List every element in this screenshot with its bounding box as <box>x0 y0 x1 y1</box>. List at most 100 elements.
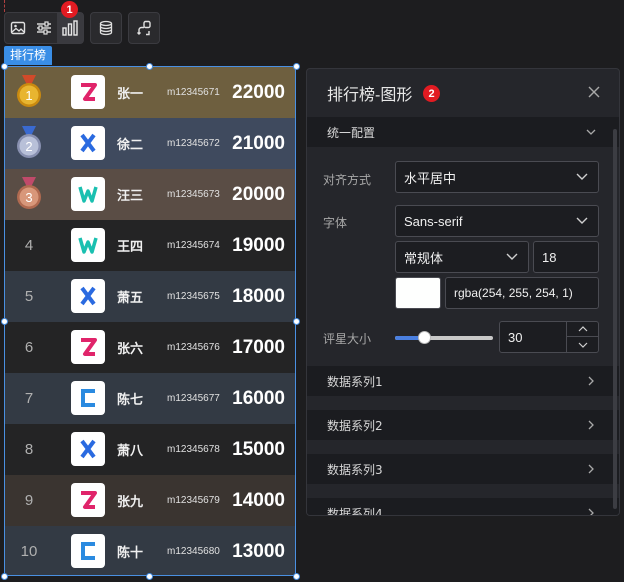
slider-handle[interactable] <box>418 331 432 344</box>
player-score: 18000 <box>232 285 285 307</box>
player-id: m12345680 <box>167 546 220 557</box>
logo-glyph <box>80 286 96 306</box>
section-unified-config[interactable]: 统一配置 <box>307 117 619 147</box>
font-family-select[interactable]: Sans-serif <box>395 205 599 237</box>
resize-handle[interactable] <box>146 63 153 70</box>
resize-handle[interactable] <box>293 318 300 325</box>
table-row[interactable]: 2 徐二 m12345672 21000 <box>5 118 295 169</box>
panel-header: 排行榜-图形 2 <box>307 69 619 117</box>
chevron-right-icon <box>588 420 594 430</box>
logo-glyph <box>78 186 98 203</box>
align-label: 对齐方式 <box>323 173 372 187</box>
series-3-header[interactable]: 数据系列3 <box>307 454 619 484</box>
panel-scrollbar[interactable] <box>613 129 617 509</box>
table-row[interactable]: 8 萧八 m12345678 15000 <box>5 424 295 475</box>
table-row[interactable]: 9 张九 m12345679 14000 <box>5 475 295 526</box>
player-score: 20000 <box>232 183 285 205</box>
resize-handle[interactable] <box>1 318 8 325</box>
config-panel: 排行榜-图形 2 统一配置 对齐方式 水平居中 字体 Sans-serif 常规… <box>306 68 620 516</box>
logo-glyph <box>80 439 96 459</box>
bar-chart-icon <box>62 20 78 36</box>
table-row[interactable]: 6 张六 m12345676 17000 <box>5 322 295 373</box>
table-row[interactable]: 5 萧五 m12345675 18000 <box>5 271 295 322</box>
player-id: m12345676 <box>167 342 220 353</box>
player-score: 16000 <box>232 387 285 409</box>
company-logo-icon <box>71 279 105 313</box>
logo-glyph <box>78 237 98 254</box>
company-logo-icon <box>71 75 105 109</box>
close-icon[interactable] <box>587 85 601 99</box>
increment-button[interactable] <box>567 322 598 337</box>
company-logo-icon <box>71 228 105 262</box>
company-logo-icon <box>71 483 105 517</box>
rank-number: 6 <box>24 339 34 356</box>
table-row[interactable]: 7 陈七 m12345677 16000 <box>5 373 295 424</box>
data-source-button[interactable] <box>90 12 122 44</box>
font-weight-value: 常规体 <box>404 250 444 266</box>
series-title: 数据系列1 <box>327 374 383 389</box>
font-label: 字体 <box>323 216 348 230</box>
player-name: 陈十 <box>117 546 144 561</box>
player-name: 张六 <box>117 342 144 357</box>
font-size-input[interactable]: 18 <box>533 241 599 273</box>
section-title: 统一配置 <box>327 125 376 140</box>
svg-text:3: 3 <box>25 190 32 205</box>
font-color-input[interactable]: rgba(254, 255, 254, 1) <box>445 277 599 309</box>
series-2-header[interactable]: 数据系列2 <box>307 410 619 440</box>
database-icon <box>99 20 113 36</box>
font-weight-select[interactable]: 常规体 <box>395 241 529 273</box>
rating-size-stepper[interactable]: 30 <box>499 321 599 353</box>
player-name: 王四 <box>117 240 144 255</box>
resize-handle[interactable] <box>1 63 8 70</box>
chart-button[interactable]: 1 <box>57 1 83 43</box>
step-badge-2: 2 <box>423 85 440 102</box>
font-color-swatch[interactable] <box>395 277 441 309</box>
player-score: 17000 <box>232 336 285 358</box>
toolbar-group: 1 <box>4 1 84 44</box>
table-row[interactable]: 4 王四 m12345674 19000 <box>5 220 295 271</box>
resize-handle[interactable] <box>293 63 300 70</box>
interaction-button[interactable] <box>128 12 160 44</box>
decrement-button[interactable] <box>567 337 598 352</box>
table-row[interactable]: 10 陈十 m12345680 13000 <box>5 526 295 575</box>
series-title: 数据系列4 <box>327 506 383 516</box>
font-size-value: 18 <box>542 249 557 265</box>
logo-glyph <box>80 133 96 153</box>
series-1-header[interactable]: 数据系列1 <box>307 366 619 396</box>
svg-text:2: 2 <box>25 139 32 154</box>
rating-size-slider[interactable] <box>395 331 493 344</box>
top-toolbar: 1 <box>4 1 160 44</box>
link-icon <box>137 20 151 36</box>
player-id: m12345673 <box>167 189 220 200</box>
resize-handle[interactable] <box>146 573 153 580</box>
player-id: m12345672 <box>167 138 220 149</box>
player-score: 21000 <box>232 132 285 154</box>
series-4-header[interactable]: 数据系列4 <box>307 498 619 516</box>
chevron-down-icon <box>576 217 588 224</box>
company-logo-icon <box>71 126 105 160</box>
chevron-right-icon <box>588 376 594 386</box>
logo-glyph <box>81 389 95 407</box>
chevron-down-icon <box>578 342 587 348</box>
gold-medal-icon: 1 <box>17 75 41 107</box>
step-badge-1: 1 <box>61 1 78 18</box>
company-logo-icon <box>71 177 105 211</box>
player-id: m12345677 <box>167 393 220 404</box>
player-id: m12345674 <box>167 240 220 251</box>
player-name: 张一 <box>117 87 144 102</box>
resize-handle[interactable] <box>1 573 8 580</box>
align-select[interactable]: 水平居中 <box>395 161 599 193</box>
rank-number: 4 <box>24 237 34 254</box>
table-row[interactable]: 3 汪三 m12345673 20000 <box>5 169 295 220</box>
player-name: 萧八 <box>117 444 144 459</box>
chevron-down-icon <box>586 129 596 135</box>
component-tag[interactable]: 排行榜 <box>4 46 53 65</box>
player-name: 汪三 <box>117 189 144 204</box>
image-button[interactable] <box>5 13 31 43</box>
settings-sliders-button[interactable] <box>31 13 57 43</box>
resize-handle[interactable] <box>293 573 300 580</box>
player-id: m12345671 <box>167 87 220 98</box>
table-row[interactable]: 1 张一 m12345671 22000 <box>5 67 295 118</box>
ranking-list[interactable]: 1 张一 m12345671 22000 2 徐二 m12345672 21000 3 汪三 m12… <box>4 66 296 576</box>
chevron-right-icon <box>588 464 594 474</box>
